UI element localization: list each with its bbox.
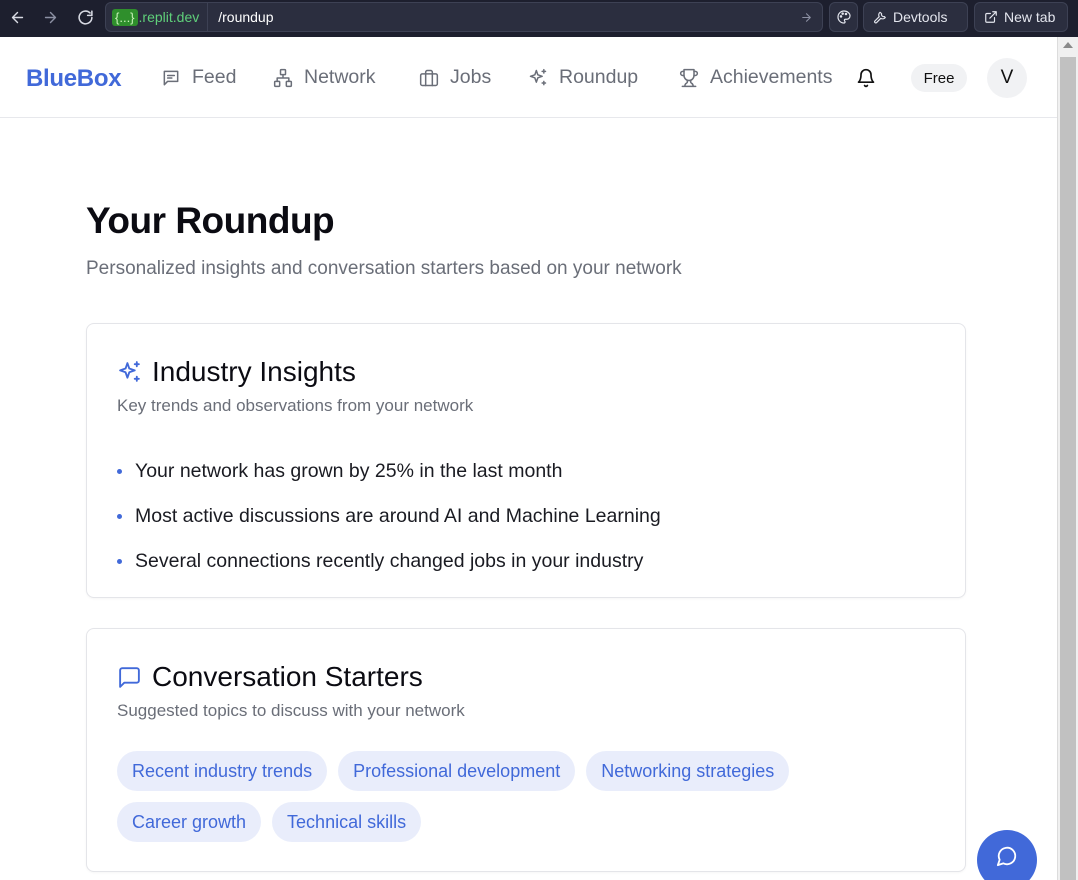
url-domain: {...} .replit.dev (106, 3, 209, 31)
topic-chip[interactable]: Career growth (117, 802, 262, 842)
insight-text: Your network has grown by 25% in the las… (135, 460, 563, 482)
list-item: Several connections recently changed job… (117, 539, 661, 584)
nav-label-network: Network (304, 66, 376, 88)
reload-icon (77, 9, 93, 25)
insight-text: Several connections recently changed job… (135, 550, 644, 572)
message-square-icon (119, 666, 140, 688)
url-go-button[interactable] (794, 5, 818, 29)
wrench-icon (874, 11, 886, 24)
chat-bubble-icon (996, 846, 1017, 867)
url-domain-text: .replit.dev (138, 9, 200, 25)
nav-label-feed: Feed (192, 66, 237, 88)
insight-text: Most active discussions are around AI an… (135, 505, 661, 527)
insights-title: Industry Insights (117, 356, 356, 388)
trophy-icon (679, 68, 699, 87)
url-path[interactable]: /roundup (208, 9, 794, 25)
starters-description: Suggested topics to discuss with your ne… (117, 701, 465, 720)
sparkles-icon (119, 360, 140, 382)
palette-icon (836, 10, 851, 24)
chat-button[interactable] (977, 830, 1037, 880)
list-item: Most active discussions are around AI an… (117, 494, 661, 539)
forward-button[interactable] (33, 1, 67, 33)
browser-toolbar: {...} .replit.dev /roundup Devtools New … (0, 0, 1078, 37)
nav-label-achievements: Achievements (710, 66, 833, 88)
nav-item-achievements[interactable]: Achievements (679, 66, 832, 89)
devtools-button[interactable]: Devtools (863, 2, 968, 32)
nav-item-jobs[interactable]: Jobs (419, 66, 491, 89)
reload-button[interactable] (68, 1, 102, 33)
address-bar[interactable]: {...} .replit.dev /roundup (105, 2, 823, 32)
conversation-starters-card: Conversation Starters Suggested topics t… (86, 628, 966, 872)
bullet-dot (117, 559, 122, 564)
external-link-icon (985, 11, 997, 23)
topic-chip[interactable]: Professional development (338, 751, 576, 791)
industry-insights-card: Industry Insights Key trends and observa… (86, 323, 966, 598)
scroll-thumb[interactable] (1060, 57, 1076, 880)
topic-chips: Recent industry trends Professional deve… (117, 751, 937, 842)
starters-title-text: Conversation Starters (152, 661, 423, 692)
insights-description: Key trends and observations from your ne… (117, 396, 474, 415)
new-tab-button[interactable]: New tab (974, 2, 1068, 32)
briefcase-icon (419, 69, 439, 86)
bullet-dot (117, 469, 122, 474)
bullet-dot (117, 514, 122, 519)
insights-title-text: Industry Insights (152, 356, 356, 387)
network-icon (273, 68, 293, 87)
starters-title: Conversation Starters (117, 661, 423, 693)
nav-item-roundup[interactable]: Roundup (528, 66, 638, 89)
page-title: Your Roundup (86, 200, 335, 241)
nav-label-jobs: Jobs (450, 66, 492, 88)
nav-label-roundup: Roundup (559, 66, 639, 88)
sparkles-icon (529, 68, 547, 85)
scroll-up-arrow[interactable] (1063, 42, 1073, 48)
arrow-right-icon (801, 12, 811, 22)
page-subtitle: Personalized insights and conversation s… (86, 258, 682, 279)
app-header: BlueBox Feed Network Jobs Roundup Achiev… (0, 37, 1057, 118)
arrow-right-icon (44, 11, 56, 23)
nav-item-feed[interactable]: Feed (161, 66, 236, 89)
nav-item-network[interactable]: Network (273, 66, 376, 89)
topic-chip[interactable]: Networking strategies (586, 751, 790, 791)
notifications-button[interactable] (856, 68, 876, 88)
topic-chip[interactable]: Technical skills (272, 802, 422, 842)
list-item: Your network has grown by 25% in the las… (117, 449, 661, 494)
topic-chip[interactable]: Recent industry trends (117, 751, 328, 791)
url-domain-prefix: {...} (112, 8, 138, 26)
arrow-left-icon (11, 11, 23, 23)
back-button[interactable] (0, 1, 34, 33)
devtools-label: Devtools (893, 9, 948, 25)
page-scrollbar[interactable] (1057, 37, 1078, 880)
bell-icon (857, 68, 875, 88)
theme-button[interactable] (829, 2, 858, 32)
insights-list: Your network has grown by 25% in the las… (117, 449, 661, 584)
avatar[interactable]: V (987, 58, 1027, 98)
brand-logo[interactable]: BlueBox (26, 65, 122, 93)
new-tab-label: New tab (1004, 9, 1056, 25)
plan-badge[interactable]: Free (911, 64, 967, 92)
feed-icon (163, 70, 179, 85)
